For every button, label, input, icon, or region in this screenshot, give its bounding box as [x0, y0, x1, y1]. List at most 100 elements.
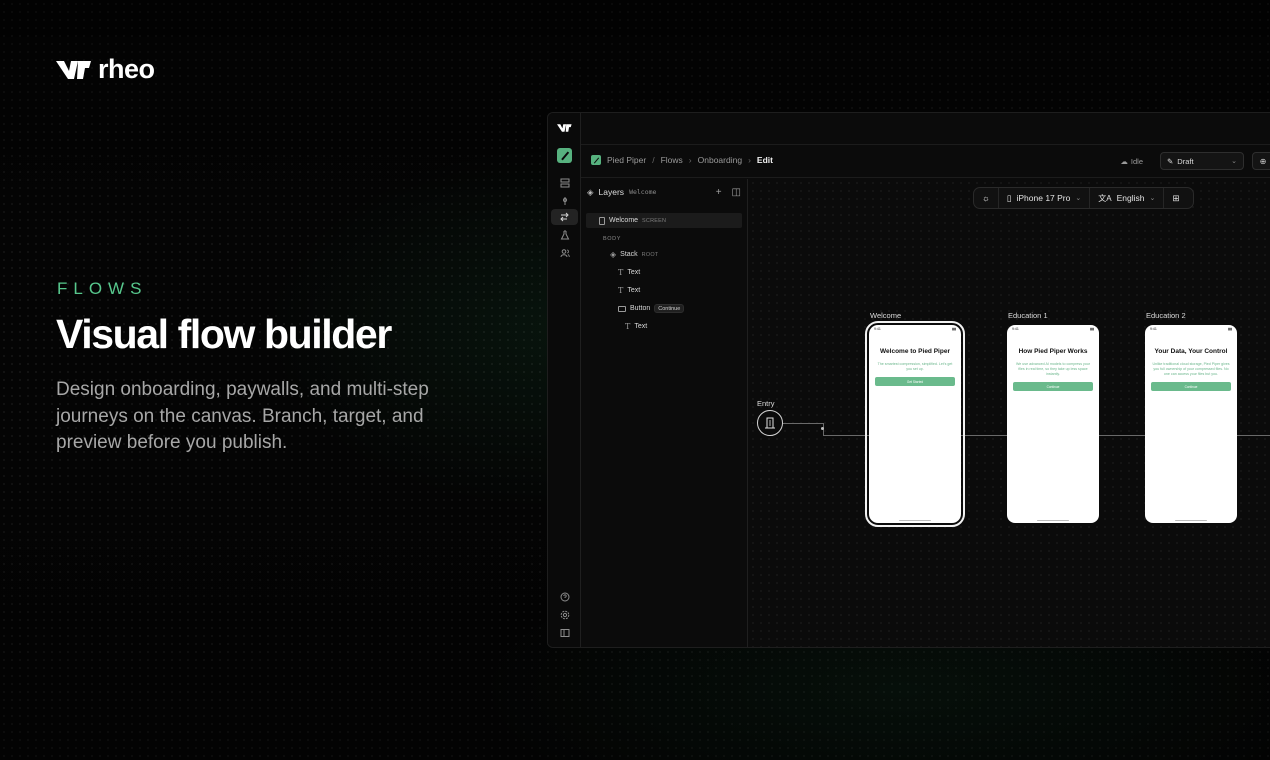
version-select[interactable]: ✎ Draft ⌄	[1160, 152, 1244, 170]
app-window: Pied Piper / Flows › Onboarding › Edit ☁…	[547, 112, 1270, 648]
layers-context: Welcome	[629, 188, 657, 196]
layer-row-welcome[interactable]: Welcome SCREEN	[586, 213, 742, 228]
phone-status-bar: 9:41 ▮▮	[869, 325, 961, 334]
app-icon[interactable]	[557, 148, 572, 163]
translate-icon: 文A	[1098, 193, 1112, 203]
layer-label: Stack	[620, 251, 638, 258]
gear-icon[interactable]	[551, 607, 578, 623]
phone-icon: ▯	[1006, 192, 1012, 203]
battery-icon: ▮▮	[1228, 327, 1232, 331]
layer-pill: Continue	[654, 304, 685, 313]
screen-title: Your Data, Your Control	[1154, 348, 1228, 355]
brand-wordmark: rheo	[98, 54, 155, 84]
layer-label: Text	[627, 287, 641, 294]
grid-toggle[interactable]: ⊞	[1163, 188, 1187, 208]
screen-frame-education-2[interactable]: 9:41 ▮▮ Your Data, Your Control Unlike t…	[1145, 325, 1237, 523]
flask-icon[interactable]	[551, 227, 578, 243]
brand-logo: rheo	[56, 54, 155, 85]
status-text: Idle	[1130, 157, 1143, 166]
button-icon	[618, 305, 626, 312]
rheo-logo-icon	[56, 60, 91, 79]
database-icon[interactable]	[551, 175, 578, 191]
screen-icon	[599, 216, 605, 225]
chevron-right-icon: ›	[688, 155, 692, 165]
screen-frame-education-1[interactable]: 9:41 ▮▮ How Pied Piper Works We use adva…	[1007, 325, 1099, 523]
grid-icon: ⊞	[1172, 192, 1180, 203]
edit-icon: ✎	[1167, 156, 1174, 166]
entry-label: Entry	[757, 399, 775, 408]
chevron-right-icon: ›	[748, 155, 751, 165]
screen-frame-welcome[interactable]: 9:41 ▮▮ Welcome to Pied Piper The smarte…	[865, 321, 965, 527]
theme-toggle[interactable]: ☼	[974, 188, 998, 208]
screen-body: Unlike traditional cloud storage, Pied P…	[1152, 362, 1230, 376]
app-rail	[548, 113, 581, 647]
flow-connector	[959, 435, 1007, 436]
pin-icon[interactable]	[551, 193, 578, 209]
add-layer-icon[interactable]: +	[716, 187, 722, 198]
phone-time: 9:41	[1150, 327, 1157, 331]
layer-row-text[interactable]: T Text	[625, 319, 647, 334]
door-icon	[765, 417, 775, 429]
layer-label: Text	[634, 323, 648, 330]
language-select[interactable]: 文A English ⌄	[1089, 188, 1163, 208]
screen-title: Welcome to Pied Piper	[880, 348, 950, 355]
section-eyebrow: FLOWS	[57, 279, 148, 298]
phone-status-bar: 9:41 ▮▮	[1145, 325, 1237, 334]
save-status: ☁ Idle	[1120, 157, 1143, 166]
battery-icon: ▮▮	[1090, 327, 1094, 331]
layer-row-text[interactable]: T Text	[618, 283, 640, 298]
stack-icon: ◈	[610, 250, 617, 259]
device-select-value: iPhone 17 Pro	[1016, 193, 1071, 203]
layers-icon: ◈	[587, 186, 594, 197]
home-indicator	[1037, 519, 1069, 521]
screen-title: How Pied Piper Works	[1018, 348, 1088, 355]
flow-connector	[823, 435, 869, 436]
screen-label: Education 1	[1008, 311, 1048, 320]
breadcrumb: Pied Piper / Flows › Onboarding › Edit	[591, 155, 773, 165]
screen-button: Continue	[1151, 382, 1231, 391]
layer-tag: SCREEN	[642, 217, 667, 224]
screen-button: Continue	[1013, 382, 1093, 391]
battery-icon: ▮▮	[952, 327, 956, 331]
app-icon	[591, 155, 601, 165]
entry-node[interactable]	[757, 410, 783, 436]
flows-icon[interactable]	[551, 209, 578, 225]
device-select[interactable]: ▯ iPhone 17 Pro ⌄	[997, 188, 1089, 208]
layer-row-text[interactable]: T Text	[618, 265, 640, 280]
breadcrumb-app[interactable]: Pied Piper	[607, 155, 646, 165]
sidebar-toggle-icon[interactable]	[551, 625, 578, 641]
logo-icon[interactable]	[557, 123, 572, 133]
chevron-down-icon: ⌄	[1075, 195, 1082, 202]
home-indicator	[899, 519, 931, 521]
layer-row-button[interactable]: Button Continue	[618, 301, 685, 316]
layer-tag: ROOT	[641, 251, 659, 258]
layers-header: ◈ Layers Welcome + ◫	[587, 185, 741, 199]
text-icon: T	[618, 268, 624, 277]
phone-time: 9:41	[874, 327, 881, 331]
flow-canvas[interactable]: ☼ ▯ iPhone 17 Pro ⌄ 文A English ⌄ ⊞ Entry	[749, 179, 1270, 647]
flow-connector	[783, 423, 823, 424]
screen-label: Education 2	[1146, 311, 1186, 320]
layer-row-stack[interactable]: ◈ Stack ROOT	[610, 247, 658, 262]
phone-time: 9:41	[1012, 327, 1019, 331]
users-icon[interactable]	[551, 245, 578, 261]
layers-title: Layers	[598, 187, 625, 197]
globe-icon[interactable]: ⊕	[1252, 152, 1270, 170]
hero-subcopy: Design onboarding, paywalls, and multi-s…	[56, 379, 429, 453]
sun-icon: ☼	[982, 193, 990, 203]
breadcrumb-flow[interactable]: Onboarding	[698, 155, 742, 165]
help-icon[interactable]	[551, 589, 578, 605]
layer-label: Welcome	[609, 217, 639, 224]
collapse-panel-icon[interactable]: ◫	[732, 187, 741, 198]
screen-body: The smartest compression, simplified. Le…	[877, 362, 953, 371]
layer-label: Button	[630, 305, 651, 312]
flow-connector	[1097, 435, 1145, 436]
breadcrumb-section[interactable]: Flows	[661, 155, 683, 165]
home-indicator	[1175, 519, 1207, 521]
connector-handle[interactable]	[821, 427, 824, 430]
chevron-down-icon: ⌄	[1149, 195, 1156, 202]
breadcrumb-separator: /	[652, 155, 655, 165]
app-topbar: Pied Piper / Flows › Onboarding › Edit ☁…	[581, 144, 1270, 178]
flow-connector	[1235, 435, 1270, 436]
text-icon: T	[625, 322, 631, 331]
